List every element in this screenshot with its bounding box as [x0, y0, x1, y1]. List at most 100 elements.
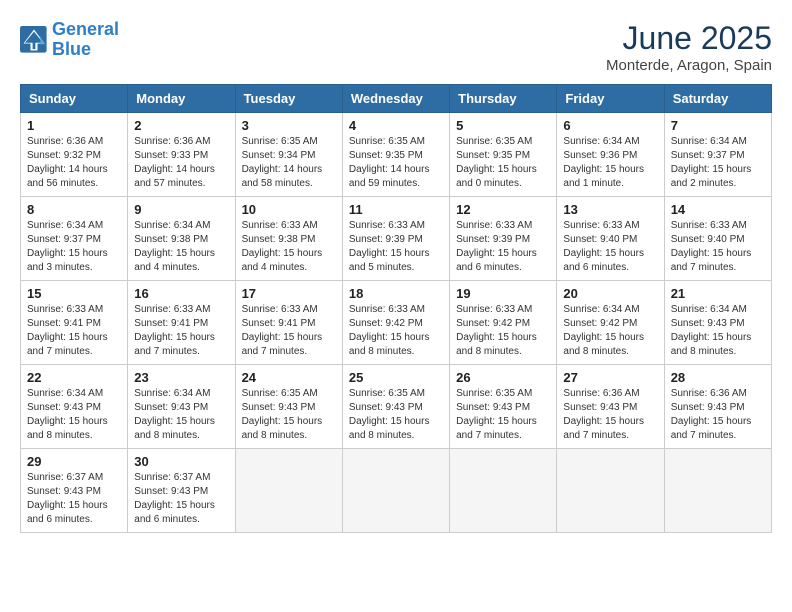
table-row: 23Sunrise: 6:34 AMSunset: 9:43 PMDayligh…	[128, 365, 235, 449]
day-info: Sunrise: 6:34 AMSunset: 9:43 PMDaylight:…	[27, 387, 121, 443]
day-info: Sunrise: 6:34 AMSunset: 9:38 PMDaylight:…	[134, 219, 228, 275]
day-info: Sunrise: 6:34 AMSunset: 9:36 PMDaylight:…	[563, 135, 657, 191]
calendar-header-row: Sunday Monday Tuesday Wednesday Thursday…	[21, 85, 772, 113]
day-number: 1	[27, 118, 121, 133]
table-row: 16 Sunrise: 6:33 AMSunset: 9:41 PMDayligh…	[128, 281, 235, 365]
week-row-3: 15 Sunrise: 6:33 AMSunset: 9:41 PMDayligh…	[21, 281, 772, 365]
table-row: 6 Sunrise: 6:34 AMSunset: 9:36 PMDaylight…	[557, 113, 664, 197]
day-info: Sunrise: 6:33 AMSunset: 9:41 PMDaylight:…	[242, 303, 336, 359]
table-row: 7Sunrise: 6:34 AMSunset: 9:37 PMDaylight…	[664, 113, 771, 197]
day-number: 30	[134, 454, 228, 469]
location-subtitle: Monterde, Aragon, Spain	[606, 57, 772, 74]
day-info: Sunrise: 6:33 AMSunset: 9:41 PMDaylight:…	[134, 303, 228, 359]
day-number: 29	[27, 454, 121, 469]
day-number: 26	[456, 370, 550, 385]
day-number: 19	[456, 286, 550, 301]
col-wednesday: Wednesday	[342, 85, 449, 113]
table-row: 29Sunrise: 6:37 AMSunset: 9:43 PMDayligh…	[21, 449, 128, 533]
day-number: 16	[134, 286, 228, 301]
day-info: Sunrise: 6:36 AMSunset: 9:32 PMDaylight:…	[27, 135, 121, 191]
logo-text-block: General Blue	[52, 20, 119, 60]
day-info: Sunrise: 6:33 AMSunset: 9:42 PMDaylight:…	[349, 303, 443, 359]
day-number: 22	[27, 370, 121, 385]
col-friday: Friday	[557, 85, 664, 113]
table-row: 22 Sunrise: 6:34 AMSunset: 9:43 PMDayligh…	[21, 365, 128, 449]
table-row: 19 Sunrise: 6:33 AMSunset: 9:42 PMDayligh…	[450, 281, 557, 365]
day-info: Sunrise: 6:36 AMSunset: 9:43 PMDaylight:…	[671, 387, 765, 443]
day-number: 25	[349, 370, 443, 385]
table-row	[342, 449, 449, 533]
table-row: 5 Sunrise: 6:35 AMSunset: 9:35 PMDaylight…	[450, 113, 557, 197]
day-info: Sunrise: 6:33 AMSunset: 9:38 PMDaylight:…	[242, 219, 336, 275]
day-info: Sunrise: 6:33 AMSunset: 9:39 PMDaylight:…	[456, 219, 550, 275]
day-info: Sunrise: 6:33 AMSunset: 9:40 PMDaylight:…	[671, 219, 765, 275]
logo-line1: General	[52, 20, 119, 40]
day-number: 18	[349, 286, 443, 301]
day-number: 5	[456, 118, 550, 133]
day-info: Sunrise: 6:33 AMSunset: 9:42 PMDaylight:…	[456, 303, 550, 359]
table-row: 14 Sunrise: 6:33 AMSunset: 9:40 PMDayligh…	[664, 197, 771, 281]
table-row: 11 Sunrise: 6:33 AMSunset: 9:39 PMDayligh…	[342, 197, 449, 281]
table-row: 12 Sunrise: 6:33 AMSunset: 9:39 PMDayligh…	[450, 197, 557, 281]
day-info: Sunrise: 6:36 AMSunset: 9:33 PMDaylight:…	[134, 135, 228, 191]
day-number: 3	[242, 118, 336, 133]
day-info: Sunrise: 6:35 AMSunset: 9:43 PMDaylight:…	[456, 387, 550, 443]
day-info: Sunrise: 6:37 AMSunset: 9:43 PMDaylight:…	[134, 471, 228, 527]
table-row: 20Sunrise: 6:34 AMSunset: 9:42 PMDayligh…	[557, 281, 664, 365]
table-row: 8Sunrise: 6:34 AMSunset: 9:37 PMDaylight…	[21, 197, 128, 281]
table-row: 21Sunrise: 6:34 AMSunset: 9:43 PMDayligh…	[664, 281, 771, 365]
logo: General Blue	[20, 20, 119, 60]
table-row: 10 Sunrise: 6:33 AMSunset: 9:38 PMDayligh…	[235, 197, 342, 281]
day-number: 14	[671, 202, 765, 217]
day-number: 13	[563, 202, 657, 217]
col-thursday: Thursday	[450, 85, 557, 113]
col-monday: Monday	[128, 85, 235, 113]
header: General Blue June 2025 Monterde, Aragon,…	[20, 20, 772, 74]
table-row: 26 Sunrise: 6:35 AMSunset: 9:43 PMDayligh…	[450, 365, 557, 449]
week-row-1: 1 Sunrise: 6:36 AMSunset: 9:32 PMDaylight…	[21, 113, 772, 197]
col-sunday: Sunday	[21, 85, 128, 113]
day-info: Sunrise: 6:35 AMSunset: 9:35 PMDaylight:…	[456, 135, 550, 191]
day-number: 21	[671, 286, 765, 301]
table-row: 24Sunrise: 6:35 AMSunset: 9:43 PMDayligh…	[235, 365, 342, 449]
day-number: 15	[27, 286, 121, 301]
day-info: Sunrise: 6:35 AMSunset: 9:43 PMDaylight:…	[349, 387, 443, 443]
page-container: General Blue June 2025 Monterde, Aragon,…	[20, 20, 772, 533]
day-number: 9	[134, 202, 228, 217]
week-row-5: 29 Sunrise: 6:37 AMSunset: 9:43 PMDayligh…	[21, 449, 772, 533]
day-info: Sunrise: 6:33 AMSunset: 9:39 PMDaylight:…	[349, 219, 443, 275]
day-number: 23	[134, 370, 228, 385]
title-block: June 2025 Monterde, Aragon, Spain	[606, 20, 772, 74]
day-number: 12	[456, 202, 550, 217]
table-row: 25 Sunrise: 6:35 AMSunset: 9:43 PMDayligh…	[342, 365, 449, 449]
logo-line2: Blue	[52, 40, 119, 60]
table-row: 18 Sunrise: 6:33 AMSunset: 9:42 PMDayligh…	[342, 281, 449, 365]
week-row-2: 8Sunrise: 6:34 AMSunset: 9:37 PMDaylight…	[21, 197, 772, 281]
day-number: 4	[349, 118, 443, 133]
table-row: 9 Sunrise: 6:34 AMSunset: 9:38 PMDaylight…	[128, 197, 235, 281]
day-info: Sunrise: 6:33 AMSunset: 9:40 PMDaylight:…	[563, 219, 657, 275]
col-tuesday: Tuesday	[235, 85, 342, 113]
day-number: 11	[349, 202, 443, 217]
table-row	[450, 449, 557, 533]
day-info: Sunrise: 6:34 AMSunset: 9:37 PMDaylight:…	[27, 219, 121, 275]
table-row: 13 Sunrise: 6:33 AMSunset: 9:40 PMDayligh…	[557, 197, 664, 281]
week-row-4: 22 Sunrise: 6:34 AMSunset: 9:43 PMDayligh…	[21, 365, 772, 449]
table-row: 17Sunrise: 6:33 AMSunset: 9:41 PMDayligh…	[235, 281, 342, 365]
day-number: 6	[563, 118, 657, 133]
table-row: 3 Sunrise: 6:35 AMSunset: 9:34 PMDaylight…	[235, 113, 342, 197]
col-saturday: Saturday	[664, 85, 771, 113]
day-info: Sunrise: 6:35 AMSunset: 9:34 PMDaylight:…	[242, 135, 336, 191]
day-info: Sunrise: 6:34 AMSunset: 9:42 PMDaylight:…	[563, 303, 657, 359]
table-row: 1 Sunrise: 6:36 AMSunset: 9:32 PMDaylight…	[21, 113, 128, 197]
table-row: 28 Sunrise: 6:36 AMSunset: 9:43 PMDayligh…	[664, 365, 771, 449]
day-info: Sunrise: 6:33 AMSunset: 9:41 PMDaylight:…	[27, 303, 121, 359]
table-row	[557, 449, 664, 533]
day-number: 7	[671, 118, 765, 133]
table-row: 2Sunrise: 6:36 AMSunset: 9:33 PMDaylight…	[128, 113, 235, 197]
table-row	[235, 449, 342, 533]
day-number: 10	[242, 202, 336, 217]
table-row: 4Sunrise: 6:35 AMSunset: 9:35 PMDaylight…	[342, 113, 449, 197]
table-row: 15 Sunrise: 6:33 AMSunset: 9:41 PMDayligh…	[21, 281, 128, 365]
day-number: 28	[671, 370, 765, 385]
